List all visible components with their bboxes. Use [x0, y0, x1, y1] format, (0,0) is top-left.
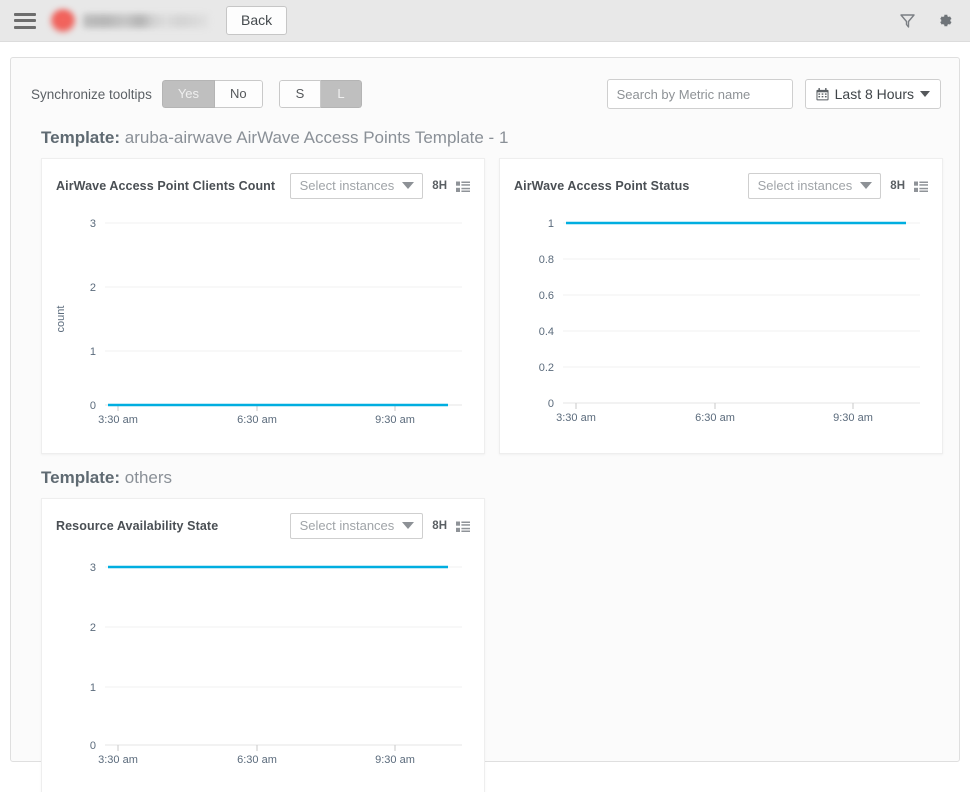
select-instances-label: Select instances [299, 178, 395, 193]
legend-list-icon[interactable] [914, 180, 928, 192]
svg-text:9:30 am: 9:30 am [375, 754, 415, 766]
svg-text:3:30 am: 3:30 am [98, 754, 138, 766]
svg-text:9:30 am: 9:30 am [375, 414, 415, 426]
select-instances-label: Select instances [299, 518, 395, 533]
filter-funnel-icon[interactable] [898, 11, 917, 30]
template-label-prefix: Template: [41, 468, 121, 487]
line-chart-access-point-status: 1 0.8 0.6 0.4 0.2 0 3:30 am 6:30 am 9:30… [539, 218, 920, 424]
brand-mark-icon [50, 8, 76, 33]
search-input[interactable] [606, 79, 793, 109]
dashboard-page: Back Synchronize tooltips Yes No S L Sea… [0, 0, 970, 792]
svg-text:0.4: 0.4 [539, 326, 554, 338]
chevron-down-icon [860, 182, 873, 189]
svg-text:2: 2 [90, 622, 96, 634]
chart-title: AirWave Access Point Clients Count [56, 179, 276, 193]
svg-text:6:30 am: 6:30 am [237, 414, 277, 426]
top-bar-actions [898, 11, 956, 30]
svg-text:2: 2 [90, 282, 96, 294]
svg-text:count: count [55, 306, 67, 333]
range-badge[interactable]: 8H [890, 180, 905, 192]
template-section-heading: Template: aruba-airwave AirWave Access P… [11, 114, 959, 158]
chart-size-toggle-group: S L [278, 80, 362, 108]
svg-text:3: 3 [90, 218, 96, 230]
synchronize-tooltips-label: Synchronize tooltips [31, 86, 152, 102]
brand-logo[interactable] [50, 7, 208, 35]
select-instances-dropdown[interactable]: Select instances [289, 513, 424, 539]
svg-text:0: 0 [90, 400, 96, 412]
chart-title: Resource Availability State [56, 519, 219, 533]
main-panel: Synchronize tooltips Yes No S L Search b… [10, 57, 960, 792]
chart-card-header: AirWave Access Point Clients Count Selec… [42, 159, 484, 205]
chevron-down-icon [402, 182, 415, 189]
svg-text:0.6: 0.6 [539, 290, 554, 302]
calendar-icon [816, 87, 829, 101]
range-badge[interactable]: 8H [432, 520, 447, 532]
template-section-heading: Template: others [11, 454, 959, 498]
hamburger-menu-icon[interactable] [14, 12, 36, 29]
template-label-value: others [124, 468, 173, 487]
svg-text:1: 1 [90, 682, 96, 694]
svg-text:0: 0 [90, 740, 96, 752]
chart-card-header: AirWave Access Point Status Select insta… [500, 159, 942, 205]
time-range-label: Last 8 Hours [834, 86, 914, 102]
chevron-down-icon [920, 91, 930, 97]
controls-toolbar: Synchronize tooltips Yes No S L Search b… [11, 58, 959, 114]
legend-list-icon[interactable] [456, 520, 470, 532]
sync-tooltips-no-button[interactable]: No [215, 80, 263, 108]
select-instances-dropdown[interactable]: Select instances [747, 173, 882, 199]
chart-size-large-button[interactable]: L [321, 80, 362, 108]
line-chart-clients-count: 3 2 1 0 count 3:30 am 6:30 am 9:30 am [55, 218, 462, 426]
svg-text:9:30 am: 9:30 am [833, 412, 873, 424]
legend-list-icon[interactable] [456, 180, 470, 192]
select-instances-dropdown[interactable]: Select instances [289, 173, 424, 199]
chart-card-tools: Select instances 8H [289, 173, 470, 199]
chart-card-tools: Select instances 8H [289, 513, 470, 539]
chevron-down-icon [402, 522, 415, 529]
chart-card-tools: Select instances 8H [747, 173, 928, 199]
chart-card: AirWave Access Point Clients Count Selec… [41, 158, 485, 454]
chart-card: AirWave Access Point Status Select insta… [499, 158, 943, 454]
svg-text:3:30 am: 3:30 am [98, 414, 138, 426]
select-instances-label: Select instances [757, 178, 853, 193]
gear-icon[interactable] [935, 11, 954, 30]
controls-right-group: Last 8 Hours [606, 79, 941, 109]
chart-card-header: Resource Availability State Select insta… [42, 499, 484, 545]
svg-text:0.8: 0.8 [539, 254, 554, 266]
sync-tooltips-yes-button[interactable]: Yes [161, 80, 216, 108]
svg-text:1: 1 [90, 346, 96, 358]
hamburger-bar [14, 12, 36, 16]
chart-cards-row: AirWave Access Point Clients Count Selec… [11, 158, 959, 454]
chart-plot-area[interactable]: 3 2 1 0 3:30 am 6:30 am 9:30 am [42, 545, 484, 792]
brand-name-redacted [83, 13, 208, 28]
chart-cards-row: Resource Availability State Select insta… [11, 498, 959, 792]
chart-plot-area[interactable]: 1 0.8 0.6 0.4 0.2 0 3:30 am 6:30 am 9:30… [500, 205, 942, 453]
template-label-prefix: Template: [41, 128, 121, 147]
sync-tooltips-toggle-group: Yes No [161, 80, 263, 108]
hamburger-bar [14, 25, 36, 29]
top-bar: Back [0, 0, 970, 42]
chart-size-small-button[interactable]: S [278, 80, 322, 108]
range-badge[interactable]: 8H [432, 180, 447, 192]
hamburger-bar [14, 19, 36, 22]
template-label-value: aruba-airwave AirWave Access Points Temp… [124, 128, 509, 147]
svg-text:0: 0 [548, 398, 554, 410]
chart-plot-area[interactable]: 3 2 1 0 count 3:30 am 6:30 am 9:30 am [42, 205, 484, 453]
time-range-button[interactable]: Last 8 Hours [804, 79, 941, 109]
chart-title: AirWave Access Point Status [514, 179, 690, 193]
svg-text:0.2: 0.2 [539, 362, 554, 374]
svg-text:1: 1 [548, 218, 554, 230]
svg-text:3:30 am: 3:30 am [556, 412, 596, 424]
line-chart-resource-availability-state: 3 2 1 0 3:30 am 6:30 am 9:30 am [90, 562, 462, 766]
svg-text:3: 3 [90, 562, 96, 574]
svg-text:6:30 am: 6:30 am [695, 412, 735, 424]
chart-card: Resource Availability State Select insta… [41, 498, 485, 792]
back-button[interactable]: Back [226, 6, 288, 35]
svg-text:6:30 am: 6:30 am [237, 754, 277, 766]
